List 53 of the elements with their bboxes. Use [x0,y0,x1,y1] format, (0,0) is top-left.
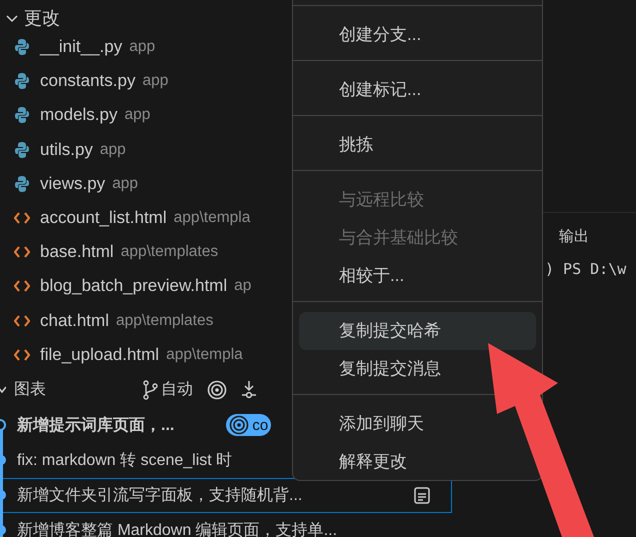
file-name[interactable]: account_list.html [40,208,167,228]
code-icon [14,346,30,363]
menu-item[interactable]: 挑拣 [299,126,377,164]
file-path: app [124,106,150,124]
commit-row[interactable]: 新增博客整篇 Markdown 编辑页面，支持单... [0,512,452,537]
file-name[interactable]: file_upload.html [40,344,160,365]
code-icon [14,210,30,226]
file-name[interactable]: models.py [40,105,118,126]
file-path: app\templates [116,312,214,330]
file-name[interactable]: utils.py [40,140,93,160]
target-icon [207,380,227,400]
python-icon [14,72,30,90]
commit-message: 新增提示词库页面，... [17,415,174,436]
menu-item[interactable]: 创建分支... [299,16,426,54]
file-path: app [100,140,126,159]
file-name[interactable]: base.html [40,242,114,262]
section-title[interactable]: 图表 [14,379,46,400]
menu-item[interactable]: 添加到聊天 [299,405,428,443]
python-icon [14,106,30,124]
section-title[interactable]: 更改 [24,6,60,30]
python-icon [14,38,30,56]
commit-message: 新增博客整篇 Markdown 编辑页面，支持单... [17,520,338,537]
file-path: app\templa [174,209,250,228]
code-icon [14,244,30,260]
code-icon [14,312,30,329]
file-path: ap [234,277,252,296]
file-path: app [129,38,156,56]
file-path: app [112,174,138,193]
python-icon [14,140,30,159]
file-path: app\templates [120,243,218,262]
menu-item[interactable]: 复制提交哈希 [299,312,536,350]
branch-icon [142,380,159,400]
file-name[interactable]: views.py [40,174,106,194]
menu-item[interactable]: 复制提交消息 [299,350,445,388]
file-name[interactable]: constants.py [40,71,136,92]
document-icon [413,486,431,505]
menu-item[interactable]: 相较于... [299,257,408,295]
download-icon [241,380,257,400]
panel-tab[interactable]: 输出 [559,227,589,246]
code-icon [14,278,30,294]
python-icon [14,174,30,193]
file-name[interactable]: __init__.py [40,37,122,58]
menu-item[interactable]: 创建标记... [299,71,426,109]
target-icon [229,415,250,436]
terminal-line: ) PS D:\w [545,260,628,278]
file-path: app\templa [166,346,243,364]
branch-badge[interactable]: co [226,414,272,436]
commit-message: 新增文件夹引流写字面板，支持随机背... [17,486,302,506]
file-name[interactable]: blog_batch_preview.html [40,276,228,296]
badge-label: co [252,416,268,434]
branch-filter-button[interactable]: 自动 [142,379,193,400]
file-path: app [142,72,168,90]
file-name[interactable]: chat.html [40,310,109,331]
